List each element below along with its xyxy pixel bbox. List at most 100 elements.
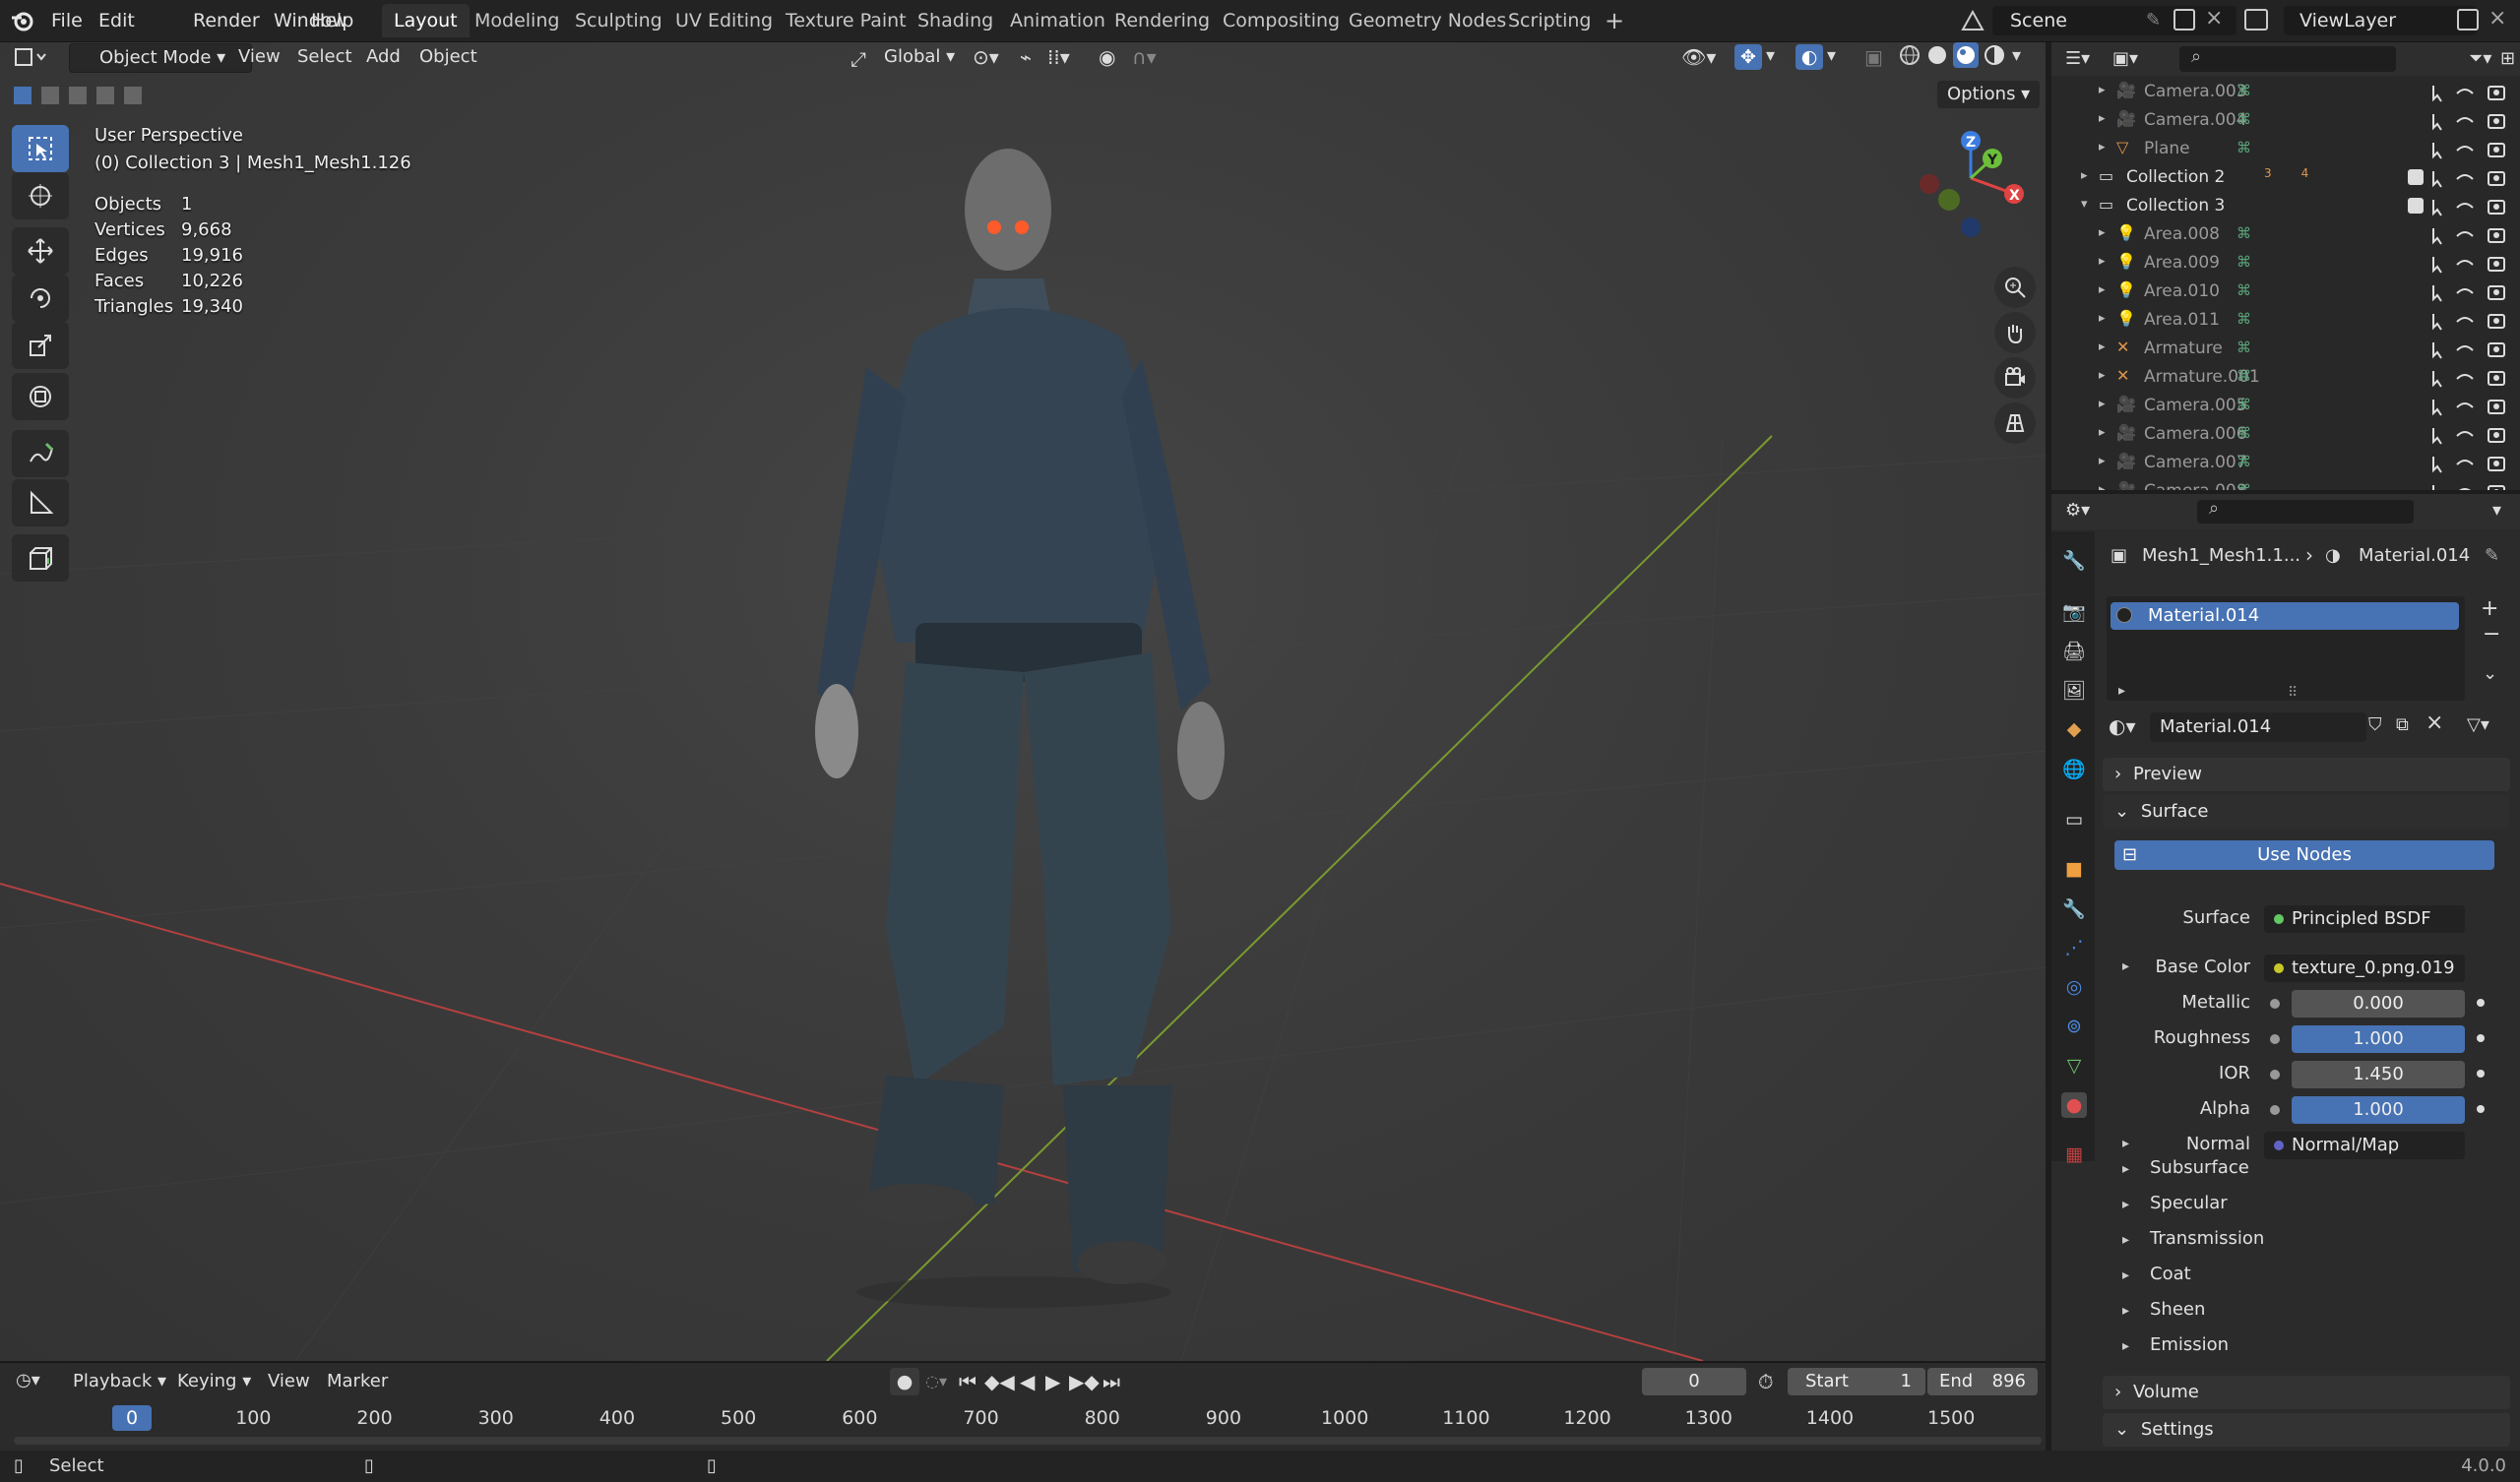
socket-dot-icon[interactable]	[2270, 1105, 2280, 1115]
menu-add[interactable]: Add	[358, 43, 409, 71]
subpanel-header[interactable]: Coat	[2150, 1260, 2191, 1289]
editor-type-icon[interactable]	[14, 46, 49, 68]
snap-icon[interactable]: ⌁	[1020, 45, 1032, 69]
keying-menu[interactable]: Keying ▾	[169, 1368, 259, 1395]
zombie-character-mesh[interactable]	[815, 149, 1225, 1308]
outliner-item-name[interactable]: Camera.003	[2144, 82, 2247, 101]
pin-properties-icon[interactable]: ✎	[2485, 545, 2499, 566]
keyframe-dot-icon[interactable]	[2477, 1070, 2485, 1078]
expand-toggle-icon[interactable]: ▸	[2099, 140, 2106, 154]
tab-sculpting[interactable]: Sculpting	[563, 4, 674, 37]
modifier-properties-icon[interactable]: 🔧	[2061, 895, 2087, 921]
subpanel-header[interactable]: Specular	[2150, 1189, 2228, 1218]
object-data-icon[interactable]: ⌘	[2236, 339, 2251, 356]
outliner-row[interactable]: ▸ ▽ Plane ⌘	[2051, 135, 2520, 163]
outliner-item-name[interactable]: Collection 2	[2126, 167, 2225, 187]
snap-target-icon[interactable]: ⁞⁞▾	[1047, 45, 1070, 69]
outliner-item-name[interactable]: Camera.007	[2144, 453, 2247, 472]
menu-select[interactable]: Select	[289, 43, 360, 71]
tab-shading[interactable]: Shading	[906, 4, 1005, 37]
list-expand-icon[interactable]: ▸	[2118, 683, 2125, 699]
view-layer-icon[interactable]	[2244, 9, 2268, 31]
object-data-icon[interactable]: ⌘	[2236, 224, 2251, 242]
slot-specials-icon[interactable]: ⌄	[2483, 663, 2497, 684]
perspective-toggle-icon[interactable]	[1994, 402, 2036, 444]
selection-mode-icons[interactable]	[12, 85, 150, 106]
list-resize-handle-icon[interactable]: ⠿	[2288, 685, 2298, 701]
physics-properties-icon[interactable]: ◎	[2061, 974, 2087, 1000]
timeline-editor-type-icon[interactable]: ◷▾	[16, 1370, 40, 1390]
subpanel-header[interactable]: Subsurface	[2150, 1153, 2249, 1183]
remove-slot-icon[interactable]: −	[2483, 622, 2500, 647]
object-data-icon[interactable]: ⌘	[2236, 281, 2251, 299]
navigation-gizmo[interactable]: Z X Y	[1910, 121, 2028, 239]
settings-panel-header[interactable]: ⌄ Settings	[2103, 1413, 2510, 1447]
expand-socket-icon[interactable]: ▸	[2122, 958, 2129, 974]
outliner-row[interactable]: ▸ 🎥 Camera.007 ⌘	[2051, 449, 2520, 477]
particles-properties-icon[interactable]: ⋰	[2061, 935, 2087, 960]
numeric-slider-field[interactable]: 1.000	[2292, 1096, 2465, 1124]
visibility-toggles[interactable]	[2427, 481, 2510, 490]
visibility-toggles[interactable]	[2427, 396, 2510, 417]
marker-menu[interactable]: Marker	[319, 1368, 396, 1395]
new-view-layer-icon[interactable]	[2457, 9, 2479, 31]
exclude-checkbox[interactable]	[2408, 198, 2424, 214]
volume-panel-header[interactable]: › Volume	[2103, 1376, 2510, 1409]
subpanel-header[interactable]: Emission	[2150, 1330, 2229, 1360]
scene-selector-icon[interactable]	[1959, 8, 1986, 33]
solid-shading-icon[interactable]	[1925, 43, 1949, 67]
properties-options-icon[interactable]: ▾	[2492, 500, 2501, 521]
outliner-item-name[interactable]: Armature	[2144, 339, 2223, 358]
outliner-item-name[interactable]: Area.010	[2144, 281, 2220, 301]
socket-link-field[interactable]: Normal/Map	[2264, 1132, 2465, 1159]
preview-panel-header[interactable]: › Preview	[2103, 758, 2510, 791]
delete-scene-icon[interactable]: ×	[2205, 6, 2223, 31]
socket-link-field[interactable]: Principled BSDF	[2264, 905, 2465, 933]
menu-render[interactable]: Render	[185, 6, 268, 35]
scene-properties-icon[interactable]: ◆	[2061, 716, 2087, 742]
gizmo-toggle-icon[interactable]: ✥	[1734, 44, 1762, 70]
subpanel-expand-icon[interactable]: ▸	[2122, 1197, 2129, 1212]
preview-range-icon[interactable]: ⏱	[1758, 1370, 1774, 1393]
collection-properties-icon[interactable]: ▭	[2061, 807, 2087, 833]
zoom-icon[interactable]	[1994, 267, 2036, 308]
browse-material-icon[interactable]: ◐▾	[2109, 714, 2136, 738]
object-data-icon[interactable]: ⌘	[2236, 82, 2251, 99]
outliner-row[interactable]: ▸ ✕ Armature ⌘	[2051, 335, 2520, 363]
outliner-item-name[interactable]: Camera.006	[2144, 424, 2247, 444]
material-properties-icon[interactable]: ●	[2061, 1092, 2087, 1118]
tool-settings-icon[interactable]: 🔧	[2061, 547, 2087, 573]
numeric-slider-field[interactable]: 0.000	[2292, 990, 2465, 1018]
tab-compositing[interactable]: Compositing	[1211, 4, 1352, 37]
overlays-toggle-icon[interactable]: ◐	[1796, 44, 1823, 70]
object-mode-dropdown[interactable]: Object Mode ▾	[69, 43, 252, 73]
outliner-item-name[interactable]: Area.011	[2144, 310, 2220, 330]
new-collection-icon[interactable]: ⊞	[2500, 48, 2515, 69]
transform-tool[interactable]	[12, 373, 69, 420]
outliner-item-name[interactable]: Collection 3	[2126, 196, 2225, 216]
object-data-icon[interactable]: ⌘	[2236, 139, 2251, 156]
menu-file[interactable]: File	[43, 6, 91, 35]
expand-toggle-icon[interactable]: ▸	[2099, 425, 2106, 440]
delete-view-layer-icon[interactable]: ×	[2488, 6, 2506, 31]
cursor-tool[interactable]	[12, 172, 69, 219]
outliner-row[interactable]: ▸ 💡 Area.011 ⌘	[2051, 306, 2520, 335]
duplicate-material-icon[interactable]: ⧉	[2396, 714, 2409, 735]
output-properties-icon[interactable]: 🖨	[2061, 638, 2087, 663]
subpanel-expand-icon[interactable]: ▸	[2122, 1338, 2129, 1354]
subpanel-expand-icon[interactable]: ▸	[2122, 1232, 2129, 1248]
expand-toggle-icon[interactable]: ▾	[2081, 197, 2088, 212]
rendered-shading-icon[interactable]	[1983, 43, 2006, 67]
outliner-row[interactable]: ▸ 🎥 Camera.005 ⌘	[2051, 392, 2520, 420]
world-properties-icon[interactable]: 🌐	[2061, 756, 2087, 781]
outliner-row[interactable]: ▸ 🎥 Camera.008⌘	[2051, 477, 2520, 490]
numeric-slider-field[interactable]: 1.450	[2292, 1061, 2465, 1088]
object-data-icon[interactable]: ⌘	[2236, 110, 2251, 128]
outliner-row[interactable]: ▸ 🎥 Camera.006 ⌘	[2051, 420, 2520, 449]
visibility-toggles[interactable]	[2427, 424, 2510, 446]
outliner-row[interactable]: ▸ ✕ Armature.001 ⌘	[2051, 363, 2520, 392]
object-data-icon[interactable]: ⌘	[2236, 481, 2251, 490]
camera-view-icon[interactable]	[1994, 357, 2036, 399]
outliner-row[interactable]: ▸ 🎥 Camera.003 ⌘	[2051, 78, 2520, 106]
outliner-row[interactable]: ▸ 💡 Area.009 ⌘	[2051, 249, 2520, 278]
